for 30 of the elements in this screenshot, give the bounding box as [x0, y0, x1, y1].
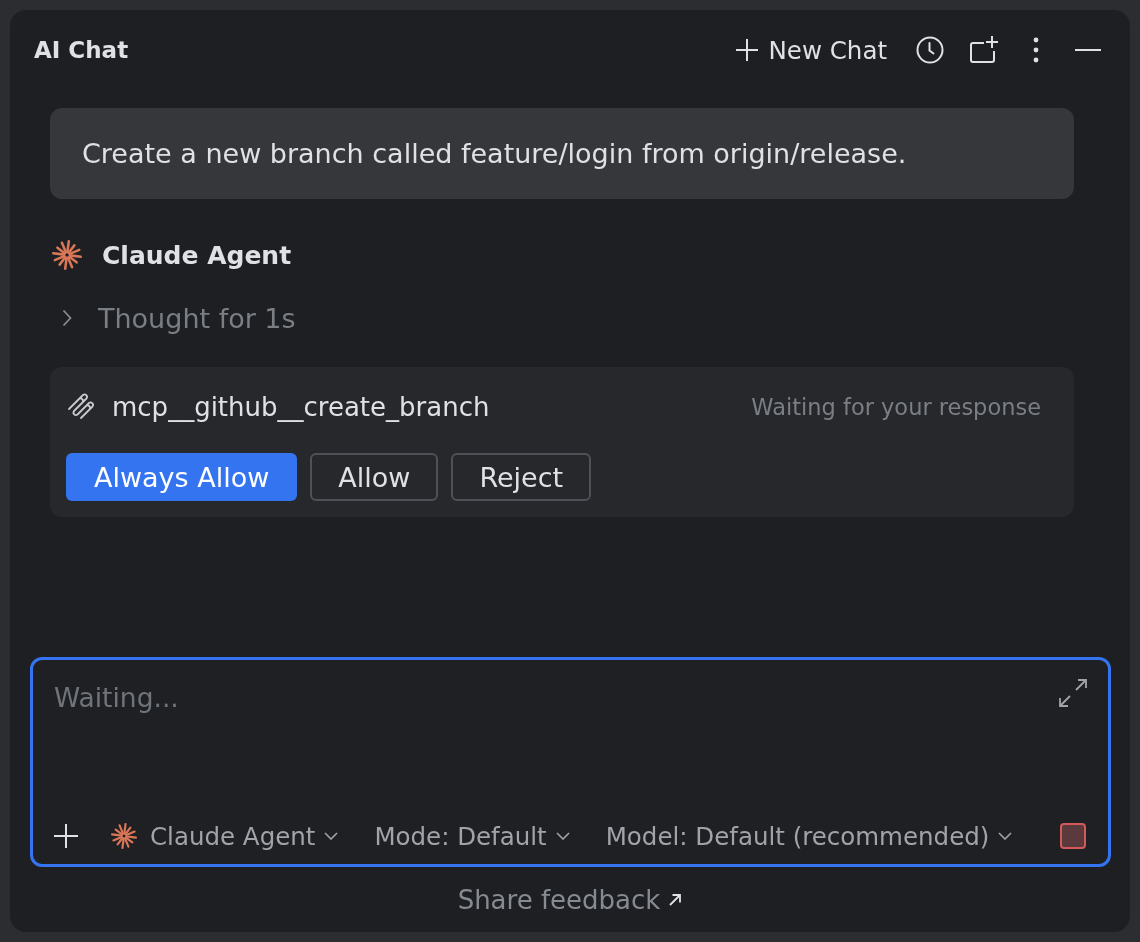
permission-button[interactable]: Reject	[451, 453, 592, 501]
clock-icon[interactable]	[916, 36, 944, 64]
mode-dropdown[interactable]: Mode: Default	[374, 821, 570, 851]
thought-toggle[interactable]: Thought for 1s	[50, 298, 296, 338]
new-tab-icon[interactable]	[969, 36, 999, 64]
more-icon[interactable]	[1033, 37, 1039, 63]
plus-icon	[734, 38, 759, 62]
chevron-down-icon	[324, 832, 339, 840]
agent-dropdown[interactable]: Claude Agent	[111, 821, 339, 851]
arrow-up-right-icon	[668, 892, 683, 907]
user-message: Create a new branch called feature/login from origin/release.	[50, 108, 1074, 199]
permission-button[interactable]: Allow	[310, 453, 439, 501]
asterisk-icon	[111, 823, 137, 849]
model-dropdown[interactable]: Model: Default (recommended)	[605, 821, 1013, 851]
panel-title: AI Chat	[34, 37, 129, 63]
permission-button[interactable]: Always Allow	[66, 453, 298, 501]
share-feedback-link[interactable]: Share feedback	[457, 884, 683, 915]
message-input[interactable]: Waiting...	[54, 682, 1046, 742]
agent-name: Claude Agent	[102, 240, 292, 270]
tool-name: mcp__github__create_branch	[112, 392, 490, 422]
chevron-down-icon	[998, 832, 1013, 840]
paperclip-icon	[66, 392, 96, 422]
chevron-down-icon	[555, 832, 570, 840]
composer-box[interactable]: Waiting... Claude Agent Mode: Default Model: Default (recommended)	[30, 657, 1111, 867]
stop-icon[interactable]	[1060, 823, 1086, 849]
tool-status: Waiting for your response	[751, 394, 1041, 420]
new-chat-button[interactable]: New Chat	[734, 35, 887, 65]
plus-icon[interactable]	[54, 824, 78, 848]
asterisk-icon	[52, 240, 82, 270]
expand-icon[interactable]	[1058, 678, 1088, 708]
